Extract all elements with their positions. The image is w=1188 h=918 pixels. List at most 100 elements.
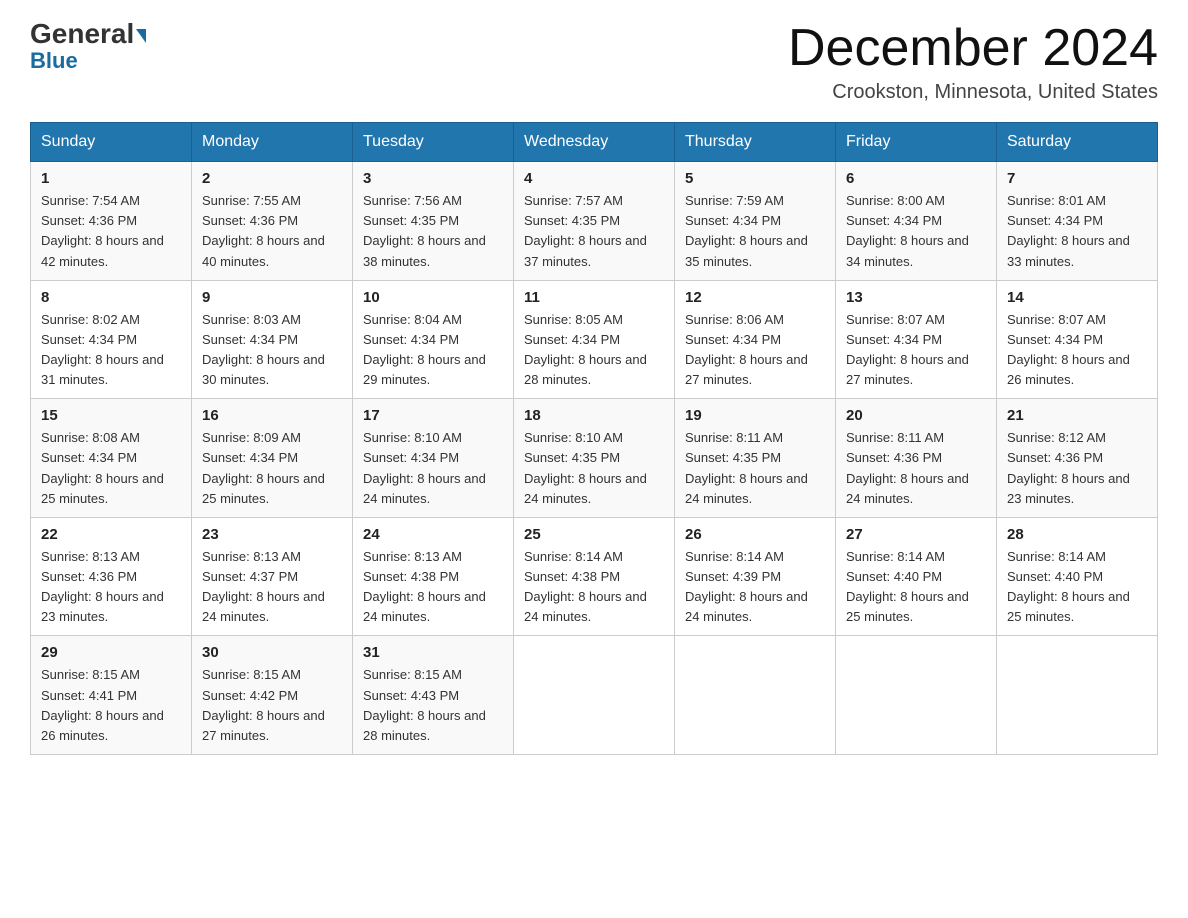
calendar-cell: 25 Sunrise: 8:14 AMSunset: 4:38 PMDaylig… — [514, 517, 675, 636]
weekday-header-wednesday: Wednesday — [514, 123, 675, 162]
calendar-cell: 11 Sunrise: 8:05 AMSunset: 4:34 PMDaylig… — [514, 280, 675, 399]
day-number: 28 — [1007, 526, 1147, 543]
day-number: 25 — [524, 526, 664, 543]
calendar-cell — [675, 636, 836, 755]
calendar-cell: 7 Sunrise: 8:01 AMSunset: 4:34 PMDayligh… — [997, 162, 1158, 281]
day-number: 24 — [363, 526, 503, 543]
day-info: Sunrise: 8:13 AMSunset: 4:38 PMDaylight:… — [363, 549, 486, 624]
day-number: 11 — [524, 289, 664, 306]
calendar-cell: 2 Sunrise: 7:55 AMSunset: 4:36 PMDayligh… — [192, 162, 353, 281]
day-info: Sunrise: 8:11 AMSunset: 4:36 PMDaylight:… — [846, 430, 969, 505]
calendar-cell: 24 Sunrise: 8:13 AMSunset: 4:38 PMDaylig… — [353, 517, 514, 636]
day-number: 2 — [202, 170, 342, 187]
calendar-cell: 5 Sunrise: 7:59 AMSunset: 4:34 PMDayligh… — [675, 162, 836, 281]
calendar-cell — [836, 636, 997, 755]
calendar-title: December 2024 — [788, 20, 1158, 77]
calendar-cell: 13 Sunrise: 8:07 AMSunset: 4:34 PMDaylig… — [836, 280, 997, 399]
calendar-cell: 16 Sunrise: 8:09 AMSunset: 4:34 PMDaylig… — [192, 399, 353, 518]
day-info: Sunrise: 8:07 AMSunset: 4:34 PMDaylight:… — [1007, 312, 1130, 387]
day-number: 19 — [685, 407, 825, 424]
day-number: 18 — [524, 407, 664, 424]
day-info: Sunrise: 8:03 AMSunset: 4:34 PMDaylight:… — [202, 312, 325, 387]
calendar-cell: 14 Sunrise: 8:07 AMSunset: 4:34 PMDaylig… — [997, 280, 1158, 399]
day-number: 8 — [41, 289, 181, 306]
calendar-cell: 21 Sunrise: 8:12 AMSunset: 4:36 PMDaylig… — [997, 399, 1158, 518]
day-info: Sunrise: 8:14 AMSunset: 4:40 PMDaylight:… — [1007, 549, 1130, 624]
weekday-header-sunday: Sunday — [31, 123, 192, 162]
day-info: Sunrise: 8:13 AMSunset: 4:37 PMDaylight:… — [202, 549, 325, 624]
logo-text-blue: Blue — [30, 50, 78, 72]
logo-text-general: General — [30, 20, 146, 48]
weekday-header-thursday: Thursday — [675, 123, 836, 162]
day-number: 15 — [41, 407, 181, 424]
day-number: 9 — [202, 289, 342, 306]
day-info: Sunrise: 8:04 AMSunset: 4:34 PMDaylight:… — [363, 312, 486, 387]
day-info: Sunrise: 8:13 AMSunset: 4:36 PMDaylight:… — [41, 549, 164, 624]
day-info: Sunrise: 8:14 AMSunset: 4:39 PMDaylight:… — [685, 549, 808, 624]
day-number: 29 — [41, 644, 181, 661]
calendar-cell: 17 Sunrise: 8:10 AMSunset: 4:34 PMDaylig… — [353, 399, 514, 518]
day-info: Sunrise: 8:05 AMSunset: 4:34 PMDaylight:… — [524, 312, 647, 387]
calendar-cell: 20 Sunrise: 8:11 AMSunset: 4:36 PMDaylig… — [836, 399, 997, 518]
calendar-week-2: 8 Sunrise: 8:02 AMSunset: 4:34 PMDayligh… — [31, 280, 1158, 399]
calendar-cell: 22 Sunrise: 8:13 AMSunset: 4:36 PMDaylig… — [31, 517, 192, 636]
calendar-cell: 30 Sunrise: 8:15 AMSunset: 4:42 PMDaylig… — [192, 636, 353, 755]
day-info: Sunrise: 7:59 AMSunset: 4:34 PMDaylight:… — [685, 193, 808, 268]
calendar-week-5: 29 Sunrise: 8:15 AMSunset: 4:41 PMDaylig… — [31, 636, 1158, 755]
day-number: 1 — [41, 170, 181, 187]
weekday-header-tuesday: Tuesday — [353, 123, 514, 162]
calendar-cell: 29 Sunrise: 8:15 AMSunset: 4:41 PMDaylig… — [31, 636, 192, 755]
day-number: 14 — [1007, 289, 1147, 306]
day-info: Sunrise: 8:14 AMSunset: 4:38 PMDaylight:… — [524, 549, 647, 624]
calendar-cell: 12 Sunrise: 8:06 AMSunset: 4:34 PMDaylig… — [675, 280, 836, 399]
day-info: Sunrise: 7:55 AMSunset: 4:36 PMDaylight:… — [202, 193, 325, 268]
day-info: Sunrise: 7:54 AMSunset: 4:36 PMDaylight:… — [41, 193, 164, 268]
day-number: 21 — [1007, 407, 1147, 424]
calendar-table: SundayMondayTuesdayWednesdayThursdayFrid… — [30, 122, 1158, 755]
weekday-header-friday: Friday — [836, 123, 997, 162]
day-info: Sunrise: 8:02 AMSunset: 4:34 PMDaylight:… — [41, 312, 164, 387]
calendar-cell: 23 Sunrise: 8:13 AMSunset: 4:37 PMDaylig… — [192, 517, 353, 636]
calendar-subtitle: Crookston, Minnesota, United States — [788, 81, 1158, 104]
calendar-cell: 15 Sunrise: 8:08 AMSunset: 4:34 PMDaylig… — [31, 399, 192, 518]
day-info: Sunrise: 8:15 AMSunset: 4:43 PMDaylight:… — [363, 667, 486, 742]
day-number: 23 — [202, 526, 342, 543]
day-info: Sunrise: 8:00 AMSunset: 4:34 PMDaylight:… — [846, 193, 969, 268]
day-info: Sunrise: 8:12 AMSunset: 4:36 PMDaylight:… — [1007, 430, 1130, 505]
calendar-cell: 1 Sunrise: 7:54 AMSunset: 4:36 PMDayligh… — [31, 162, 192, 281]
day-info: Sunrise: 8:07 AMSunset: 4:34 PMDaylight:… — [846, 312, 969, 387]
calendar-cell: 10 Sunrise: 8:04 AMSunset: 4:34 PMDaylig… — [353, 280, 514, 399]
day-number: 7 — [1007, 170, 1147, 187]
day-number: 17 — [363, 407, 503, 424]
weekday-header-monday: Monday — [192, 123, 353, 162]
calendar-cell: 3 Sunrise: 7:56 AMSunset: 4:35 PMDayligh… — [353, 162, 514, 281]
calendar-week-4: 22 Sunrise: 8:13 AMSunset: 4:36 PMDaylig… — [31, 517, 1158, 636]
calendar-cell: 6 Sunrise: 8:00 AMSunset: 4:34 PMDayligh… — [836, 162, 997, 281]
day-info: Sunrise: 8:10 AMSunset: 4:35 PMDaylight:… — [524, 430, 647, 505]
day-info: Sunrise: 8:08 AMSunset: 4:34 PMDaylight:… — [41, 430, 164, 505]
day-number: 27 — [846, 526, 986, 543]
page-header: General Blue December 2024 Crookston, Mi… — [30, 20, 1158, 104]
day-number: 20 — [846, 407, 986, 424]
day-info: Sunrise: 8:06 AMSunset: 4:34 PMDaylight:… — [685, 312, 808, 387]
day-info: Sunrise: 8:01 AMSunset: 4:34 PMDaylight:… — [1007, 193, 1130, 268]
day-info: Sunrise: 8:11 AMSunset: 4:35 PMDaylight:… — [685, 430, 808, 505]
day-info: Sunrise: 8:09 AMSunset: 4:34 PMDaylight:… — [202, 430, 325, 505]
calendar-week-1: 1 Sunrise: 7:54 AMSunset: 4:36 PMDayligh… — [31, 162, 1158, 281]
calendar-cell: 26 Sunrise: 8:14 AMSunset: 4:39 PMDaylig… — [675, 517, 836, 636]
calendar-cell: 8 Sunrise: 8:02 AMSunset: 4:34 PMDayligh… — [31, 280, 192, 399]
day-number: 3 — [363, 170, 503, 187]
day-info: Sunrise: 7:56 AMSunset: 4:35 PMDaylight:… — [363, 193, 486, 268]
day-number: 13 — [846, 289, 986, 306]
day-number: 4 — [524, 170, 664, 187]
title-section: December 2024 Crookston, Minnesota, Unit… — [788, 20, 1158, 104]
calendar-cell: 28 Sunrise: 8:14 AMSunset: 4:40 PMDaylig… — [997, 517, 1158, 636]
day-info: Sunrise: 8:10 AMSunset: 4:34 PMDaylight:… — [363, 430, 486, 505]
day-info: Sunrise: 8:15 AMSunset: 4:41 PMDaylight:… — [41, 667, 164, 742]
calendar-cell: 31 Sunrise: 8:15 AMSunset: 4:43 PMDaylig… — [353, 636, 514, 755]
calendar-cell — [514, 636, 675, 755]
day-info: Sunrise: 7:57 AMSunset: 4:35 PMDaylight:… — [524, 193, 647, 268]
day-info: Sunrise: 8:15 AMSunset: 4:42 PMDaylight:… — [202, 667, 325, 742]
calendar-cell: 9 Sunrise: 8:03 AMSunset: 4:34 PMDayligh… — [192, 280, 353, 399]
calendar-cell: 19 Sunrise: 8:11 AMSunset: 4:35 PMDaylig… — [675, 399, 836, 518]
